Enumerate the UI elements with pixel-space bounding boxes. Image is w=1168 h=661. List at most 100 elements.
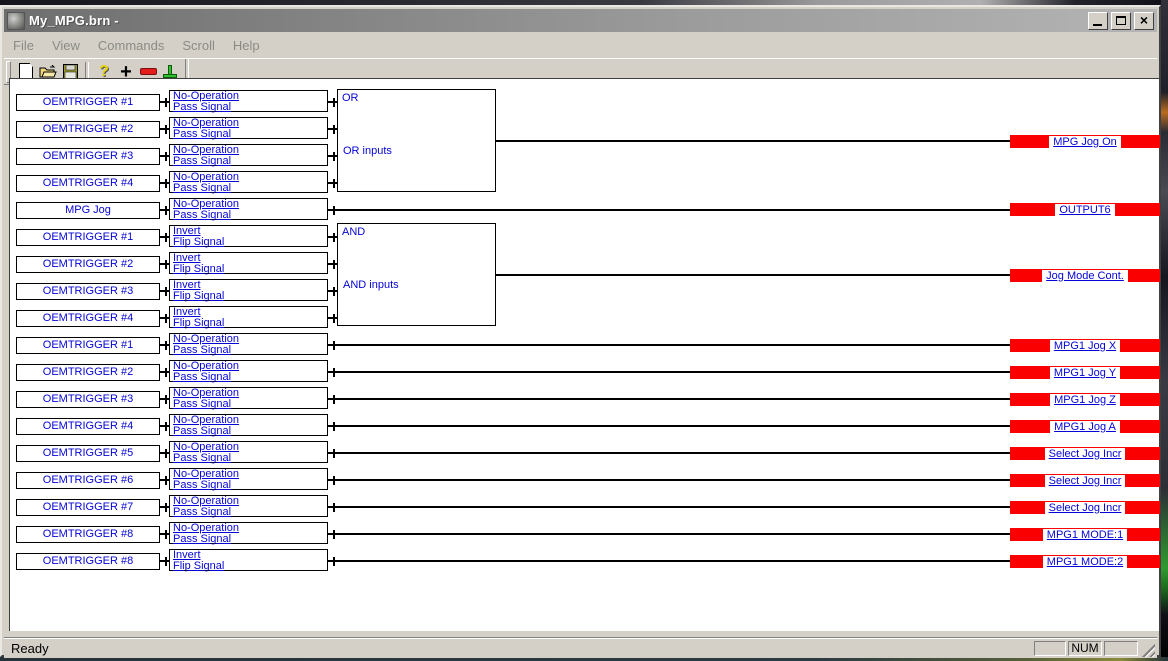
resize-grip[interactable] — [1140, 642, 1155, 657]
operation-block[interactable]: Invert Flip Signal — [169, 306, 328, 329]
output-terminal-label: Select Jog Incr — [1044, 501, 1126, 514]
operation-action: Pass Signal — [173, 128, 232, 140]
close-icon: × — [1139, 11, 1149, 28]
minimize-icon — [1093, 23, 1102, 26]
operation-block[interactable]: No-Operation Pass Signal — [169, 495, 328, 518]
operation-action: Pass Signal — [173, 182, 232, 194]
operation-block[interactable]: No-Operation Pass Signal — [169, 198, 328, 221]
input-block[interactable]: OEMTRIGGER #7 — [16, 499, 160, 516]
wire — [328, 479, 1010, 481]
operation-block[interactable]: Invert Flip Signal — [169, 225, 328, 248]
desktop-sliver-right — [1161, 0, 1168, 661]
menu-help[interactable]: Help — [224, 35, 269, 56]
maximize-button[interactable] — [1111, 11, 1131, 30]
output-terminal[interactable]: Select Jog Incr — [1010, 474, 1160, 487]
input-block[interactable]: OEMTRIGGER #1 — [16, 94, 160, 111]
operation-action: Pass Signal — [173, 398, 232, 410]
wire — [333, 449, 335, 458]
open-folder-icon — [39, 64, 57, 77]
menu-file[interactable]: File — [4, 35, 43, 56]
gate-inputs-label: AND inputs — [343, 279, 399, 291]
output-terminal[interactable]: MPG1 Jog A — [1010, 420, 1160, 433]
menu-scroll[interactable]: Scroll — [173, 35, 224, 56]
minus-icon — [139, 68, 157, 75]
wire — [165, 422, 167, 431]
output-terminal[interactable]: Jog Mode Cont. — [1010, 269, 1160, 282]
operation-block[interactable]: No-Operation Pass Signal — [169, 171, 328, 194]
wire — [328, 425, 1010, 427]
minimize-button[interactable] — [1088, 11, 1108, 30]
brain-icon — [7, 11, 25, 30]
operation-block[interactable]: Invert Flip Signal — [169, 252, 328, 275]
title-bar[interactable]: My_MPG.brn - × — [4, 9, 1157, 32]
input-block[interactable]: OEMTRIGGER #1 — [16, 229, 160, 246]
operation-action: Pass Signal — [173, 425, 232, 437]
output-terminal[interactable]: MPG1 MODE:1 — [1010, 528, 1160, 541]
input-block[interactable]: OEMTRIGGER #5 — [16, 445, 160, 462]
output-terminal-label: MPG1 Jog X — [1049, 339, 1121, 352]
input-block[interactable]: OEMTRIGGER #8 — [16, 526, 160, 543]
input-block[interactable]: OEMTRIGGER #3 — [16, 283, 160, 300]
output-terminal[interactable]: Select Jog Incr — [1010, 447, 1160, 460]
wire — [328, 506, 1010, 508]
output-terminal[interactable]: MPG Jog On — [1010, 135, 1160, 148]
operation-block[interactable]: No-Operation Pass Signal — [169, 414, 328, 437]
wire — [333, 368, 335, 377]
output-terminal-label: Select Jog Incr — [1044, 474, 1126, 487]
input-block[interactable]: OEMTRIGGER #4 — [16, 310, 160, 327]
operation-block[interactable]: No-Operation Pass Signal — [169, 333, 328, 356]
input-block[interactable]: OEMTRIGGER #4 — [16, 175, 160, 192]
operation-block[interactable]: No-Operation Pass Signal — [169, 387, 328, 410]
menu-commands[interactable]: Commands — [89, 35, 173, 56]
wire — [165, 287, 167, 296]
operation-block[interactable]: No-Operation Pass Signal — [169, 144, 328, 167]
operation-block[interactable]: Invert Flip Signal — [169, 549, 328, 572]
wire — [165, 179, 167, 188]
operation-action: Flip Signal — [173, 263, 225, 275]
input-block[interactable]: OEMTRIGGER #3 — [16, 391, 160, 408]
input-block[interactable]: MPG Jog — [16, 202, 160, 219]
wire — [165, 368, 167, 377]
operation-action: Flip Signal — [173, 236, 225, 248]
output-terminal[interactable]: Select Jog Incr — [1010, 501, 1160, 514]
wire — [165, 341, 167, 350]
or-gate-block[interactable]: OR OR inputs — [337, 89, 496, 192]
operation-block[interactable]: No-Operation Pass Signal — [169, 360, 328, 383]
input-block[interactable]: OEMTRIGGER #4 — [16, 418, 160, 435]
wire — [333, 422, 335, 431]
output-terminal-label: MPG Jog On — [1049, 135, 1121, 148]
gate-inputs-label: OR inputs — [343, 145, 392, 157]
input-block[interactable]: OEMTRIGGER #2 — [16, 121, 160, 138]
input-block[interactable]: OEMTRIGGER #2 — [16, 256, 160, 273]
wire — [165, 260, 167, 269]
operation-block[interactable]: No-Operation Pass Signal — [169, 90, 328, 113]
operation-action: Pass Signal — [173, 506, 232, 518]
output-terminal[interactable]: MPG1 Jog Z — [1010, 393, 1160, 406]
input-block[interactable]: OEMTRIGGER #6 — [16, 472, 160, 489]
input-block[interactable]: OEMTRIGGER #8 — [16, 553, 160, 570]
ground-icon — [163, 64, 177, 79]
output-terminal[interactable]: MPG1 MODE:2 — [1010, 555, 1160, 568]
status-bar: Ready NUM — [4, 638, 1157, 658]
output-terminal[interactable]: MPG1 Jog X — [1010, 339, 1160, 352]
operation-block[interactable]: No-Operation Pass Signal — [169, 117, 328, 140]
wire — [165, 314, 167, 323]
operation-block[interactable]: No-Operation Pass Signal — [169, 468, 328, 491]
output-terminal-label: MPG1 Jog Y — [1049, 366, 1121, 379]
and-gate-block[interactable]: AND AND inputs — [337, 223, 496, 326]
operation-block[interactable]: No-Operation Pass Signal — [169, 522, 328, 545]
wire — [333, 206, 335, 215]
operation-block[interactable]: Invert Flip Signal — [169, 279, 328, 302]
output-terminal[interactable]: MPG1 Jog Y — [1010, 366, 1160, 379]
close-button[interactable]: × — [1134, 11, 1154, 30]
wire — [328, 560, 1010, 562]
operation-block[interactable]: No-Operation Pass Signal — [169, 441, 328, 464]
wire — [328, 344, 1010, 346]
input-block[interactable]: OEMTRIGGER #2 — [16, 364, 160, 381]
output-terminal[interactable]: OUTPUT6 — [1010, 203, 1160, 216]
menu-view[interactable]: View — [43, 35, 89, 56]
wire — [328, 452, 1010, 454]
wire — [165, 206, 167, 215]
input-block[interactable]: OEMTRIGGER #3 — [16, 148, 160, 165]
input-block[interactable]: OEMTRIGGER #1 — [16, 337, 160, 354]
